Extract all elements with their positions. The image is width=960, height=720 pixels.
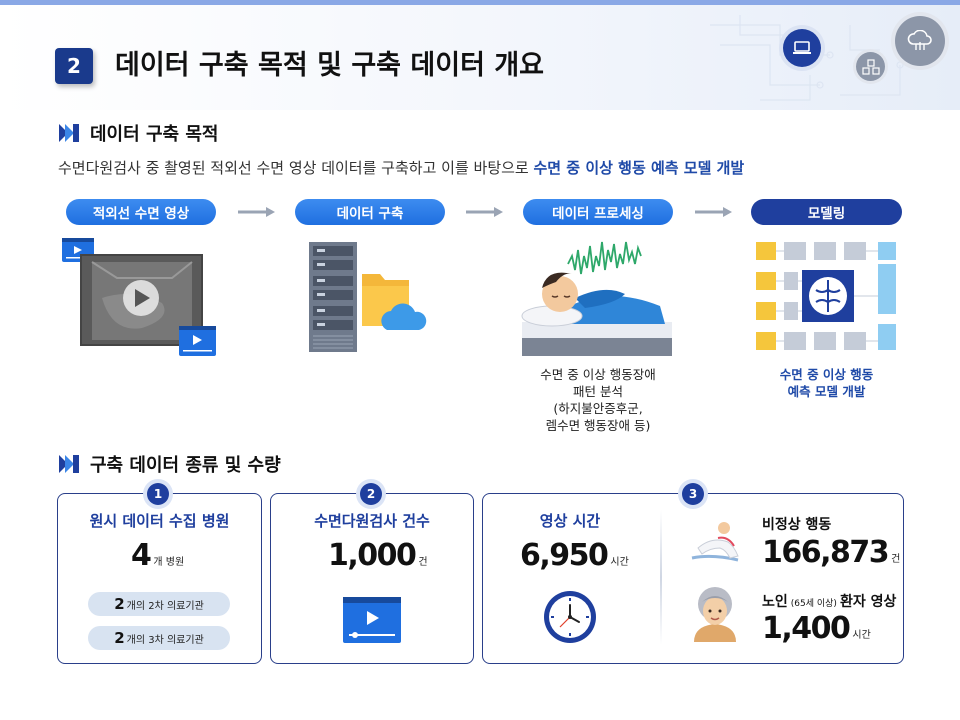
psg-count-value: 1,000 <box>328 538 417 573</box>
psg-count-unit: 건 <box>418 557 428 568</box>
card-badge: 3 <box>682 483 704 505</box>
elderly-hours: 1,400 시간 <box>762 611 871 646</box>
processing-caption-line: 렘수면 행동장애 등) <box>545 418 651 433</box>
video-player-icon <box>343 597 401 643</box>
modeling-caption: 수면 중 이상 행동 예측 모델 개발 <box>751 366 902 400</box>
psg-count: 1,000 건 <box>328 538 428 573</box>
section-bullet-icon <box>59 124 79 142</box>
data-processing-illustration <box>521 241 672 356</box>
abnormal-count: 166,873 건 <box>762 535 900 570</box>
arrow-right-icon <box>238 207 275 217</box>
purpose-heading-text: 데이터 구축 목적 <box>90 124 219 145</box>
hospital-count-unit: 개 병원 <box>153 557 185 568</box>
cubes-icon <box>856 52 885 81</box>
abnormal-count-unit: 건 <box>891 554 901 565</box>
abnormal-title-text: 비정상 행동 <box>762 517 832 533</box>
elderly-hours-value: 1,400 <box>762 611 851 646</box>
card-title: 영상 시간 <box>539 512 601 530</box>
chip-tertiary-hospitals: 2 개의 3차 의료기관 <box>88 626 230 650</box>
processing-caption-line: 수면 중 이상 행동장애 <box>540 367 656 382</box>
step-data-processing: 데이터 프로세싱 <box>523 199 673 225</box>
modeling-caption-line: 예측 모델 개발 <box>787 384 866 399</box>
processing-caption-line: (하지불안증후군, <box>553 401 643 416</box>
cloud-network-icon <box>895 16 945 66</box>
modeling-caption-line: 수면 중 이상 행동 <box>779 367 874 382</box>
data-types-heading: 구축 데이터 종류 및 수량 <box>58 451 281 477</box>
step-infrared-video: 적외선 수면 영상 <box>66 199 216 225</box>
description-highlight: 수면 중 이상 행동 예측 모델 개발 <box>533 159 745 177</box>
card-badge: 2 <box>360 483 382 505</box>
laptop-icon <box>783 29 821 67</box>
sleepwalk-icon <box>691 522 739 562</box>
arrow-right-icon <box>466 207 503 217</box>
page-title: 데이터 구축 목적 및 구축 데이터 개요 <box>115 50 544 81</box>
grandmother-icon <box>694 587 736 642</box>
purpose-description: 수면다원검사 중 촬영된 적외선 수면 영상 데이터를 구축하고 이를 바탕으로… <box>58 157 744 178</box>
abnormal-title: 비정상 행동 <box>762 514 831 534</box>
data-types-heading-text: 구축 데이터 종류 및 수량 <box>90 455 281 476</box>
card-title: 수면다원검사 건수 <box>314 512 430 530</box>
video-hours: 6,950 시간 <box>520 538 629 573</box>
abnormal-count-value: 166,873 <box>762 535 890 570</box>
processing-caption: 수면 중 이상 행동장애 패턴 분석 (하지불안증후군, 렘수면 행동장애 등) <box>523 366 673 434</box>
hospital-count: 4 개 병원 <box>131 538 184 573</box>
chip-number: 2 <box>114 629 125 647</box>
infrared-video-illustration <box>62 238 216 356</box>
processing-caption-line: 패턴 분석 <box>573 384 623 399</box>
clock-icon <box>544 591 596 643</box>
step-data-build: 데이터 구축 <box>295 199 445 225</box>
elderly-title-text: 환자 영상 <box>839 594 897 610</box>
description-text: 수면다원검사 중 촬영된 적외선 수면 영상 데이터를 구축하고 이를 바탕으로 <box>58 159 534 177</box>
arrow-right-icon <box>695 207 732 217</box>
chip-text: 개의 2차 의료기관 <box>126 600 204 612</box>
card-divider <box>660 510 662 645</box>
chip-number: 2 <box>114 595 125 613</box>
chip-secondary-hospitals: 2 개의 2차 의료기관 <box>88 592 230 616</box>
purpose-heading: 데이터 구축 목적 <box>58 120 218 146</box>
video-hours-unit: 시간 <box>610 557 629 568</box>
step-modeling: 모델링 <box>751 199 902 225</box>
modeling-illustration <box>756 242 896 350</box>
elderly-age-note: (65세 이상) <box>790 599 837 609</box>
video-hours-value: 6,950 <box>520 538 609 573</box>
section-number: 2 <box>55 48 93 84</box>
card-badge: 1 <box>147 483 169 505</box>
elderly-hours-unit: 시간 <box>852 630 871 641</box>
hospital-count-value: 4 <box>131 538 152 573</box>
chip-text: 개의 3차 의료기관 <box>126 634 204 646</box>
data-build-illustration <box>309 242 427 352</box>
elderly-title: 노인 (65세 이상) 환자 영상 <box>762 591 896 611</box>
elderly-title-text: 노인 <box>762 594 788 610</box>
section-bullet-icon <box>59 455 79 473</box>
card-title: 원시 데이터 수집 병원 <box>89 512 230 530</box>
brain-icon <box>809 277 847 315</box>
